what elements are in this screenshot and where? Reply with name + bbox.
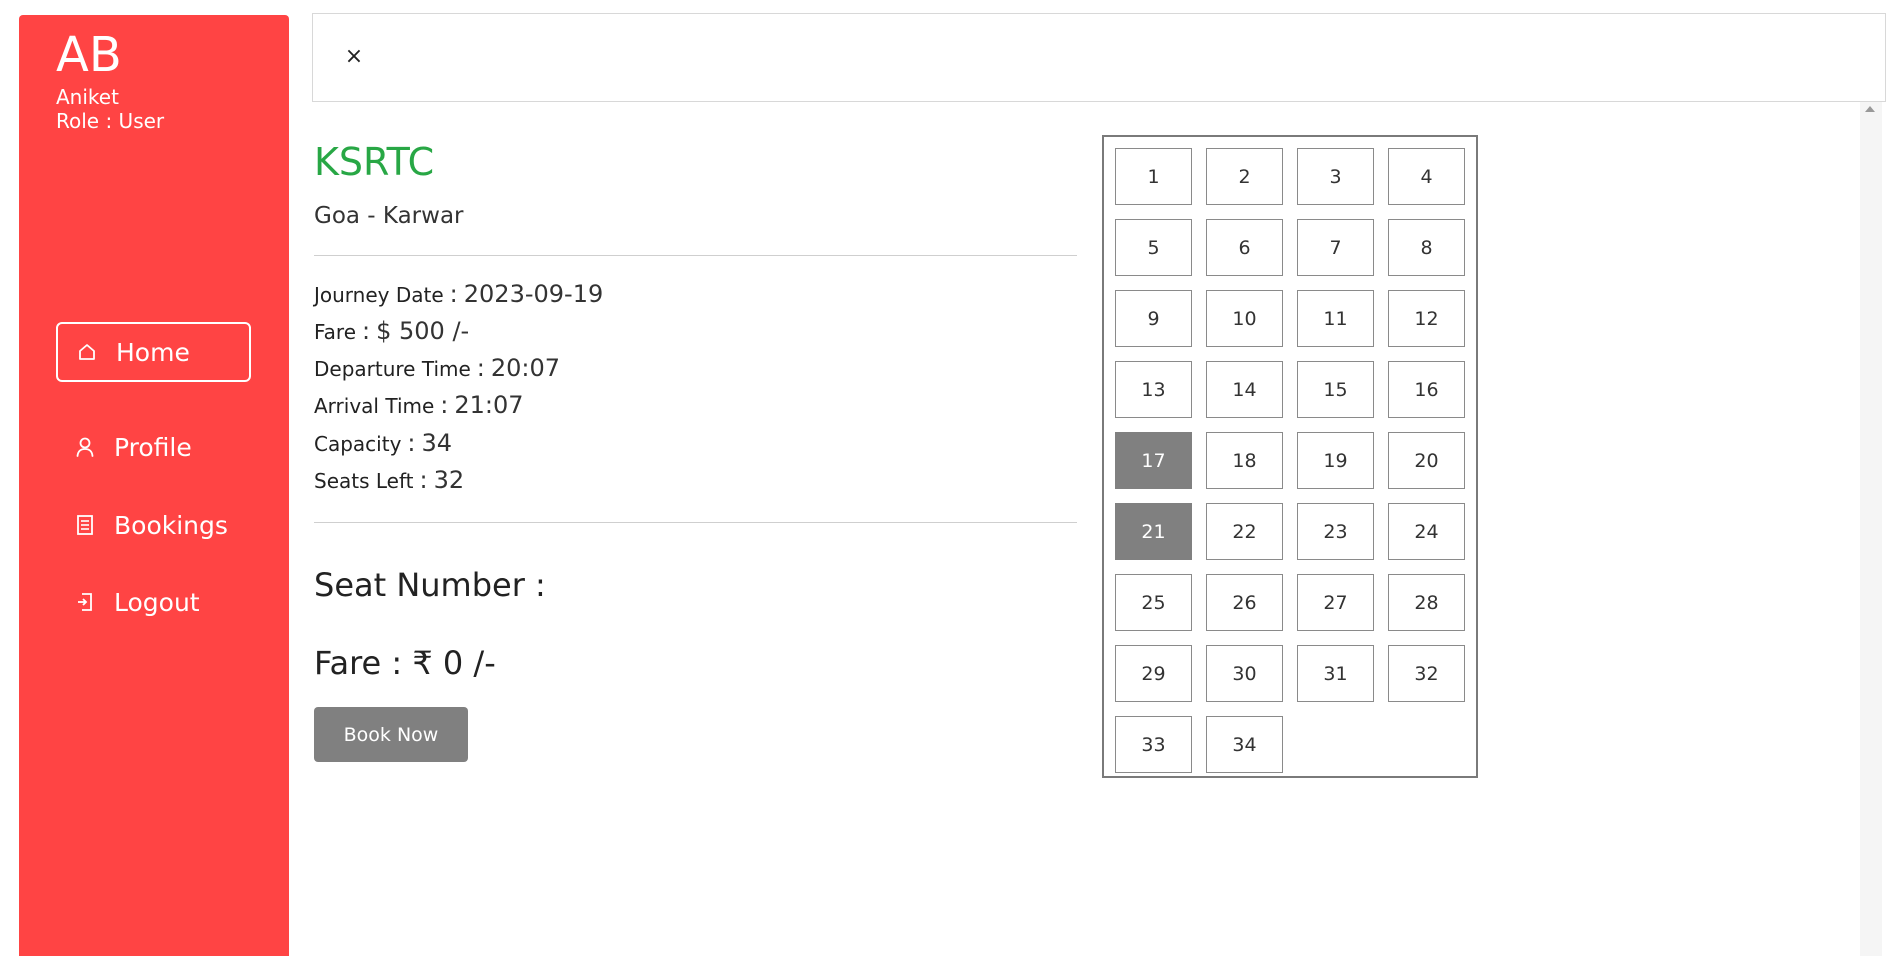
fare-label: Fare: [314, 320, 357, 344]
seats-left-row: Seats Left : 32: [314, 466, 464, 500]
avatar: AB: [56, 27, 122, 83]
seat-1[interactable]: 1: [1115, 148, 1192, 205]
seat-22[interactable]: 22: [1206, 503, 1283, 560]
top-bar: ×: [312, 13, 1886, 102]
seat-15[interactable]: 15: [1297, 361, 1374, 418]
journey-date-label: Journey Date: [314, 283, 444, 307]
nav-logout[interactable]: Logout: [56, 572, 251, 632]
book-now-button[interactable]: Book Now: [314, 707, 468, 762]
seat-13[interactable]: 13: [1115, 361, 1192, 418]
seat-26[interactable]: 26: [1206, 574, 1283, 631]
seat-number-heading: Seat Number :: [314, 566, 546, 604]
seat-29[interactable]: 29: [1115, 645, 1192, 702]
seat-7[interactable]: 7: [1297, 219, 1374, 276]
nav-profile[interactable]: Profile: [56, 417, 251, 477]
departure-time-value: 20:07: [490, 354, 561, 382]
seat-23[interactable]: 23: [1297, 503, 1374, 560]
fare-value: $ 500 /-: [376, 317, 470, 345]
seat-18[interactable]: 18: [1206, 432, 1283, 489]
arrival-time-value: 21:07: [454, 391, 524, 419]
selected-fare-value: ₹ 0 /-: [412, 644, 496, 682]
fare-row: Fare : $ 500 /-: [314, 317, 469, 351]
seat-27[interactable]: 27: [1297, 574, 1374, 631]
nav-logout-label: Logout: [114, 587, 200, 617]
bus-route: Goa - Karwar: [314, 203, 464, 229]
departure-time-label: Departure Time: [314, 357, 471, 381]
seats-left-label: Seats Left: [314, 469, 414, 493]
nav-home[interactable]: Home: [56, 322, 251, 382]
separator: :: [419, 466, 428, 494]
separator: :: [476, 354, 485, 382]
seat-11[interactable]: 11: [1297, 290, 1374, 347]
document-icon: [74, 514, 96, 536]
sidebar: AB Aniket Role : User Home Profile Booki…: [19, 15, 289, 956]
selected-fare: Fare : ₹ 0 /-: [314, 644, 496, 682]
departure-time-row: Departure Time : 20:07: [314, 354, 560, 388]
user-icon: [74, 436, 96, 458]
seat-8[interactable]: 8: [1388, 219, 1465, 276]
seat-16[interactable]: 16: [1388, 361, 1465, 418]
seat-30[interactable]: 30: [1206, 645, 1283, 702]
nav-home-label: Home: [116, 337, 190, 367]
close-button[interactable]: ×: [339, 42, 369, 72]
seat-34[interactable]: 34: [1206, 716, 1283, 773]
selected-fare-label: Fare :: [314, 644, 403, 682]
seat-24[interactable]: 24: [1388, 503, 1465, 560]
separator: :: [449, 280, 458, 308]
seat-28[interactable]: 28: [1388, 574, 1465, 631]
seat-31[interactable]: 31: [1297, 645, 1374, 702]
seat-25[interactable]: 25: [1115, 574, 1192, 631]
seat-12[interactable]: 12: [1388, 290, 1465, 347]
seat-2[interactable]: 2: [1206, 148, 1283, 205]
separator: :: [440, 391, 449, 419]
seat-9[interactable]: 9: [1115, 290, 1192, 347]
seat-6[interactable]: 6: [1206, 219, 1283, 276]
journey-date-row: Journey Date : 2023-09-19: [314, 280, 603, 314]
user-name: Aniket: [56, 85, 119, 109]
seat-20[interactable]: 20: [1388, 432, 1465, 489]
seat-5[interactable]: 5: [1115, 219, 1192, 276]
seats-left-value: 32: [433, 466, 465, 494]
seat-map: 1 2 3 4 5 6 7 8 9 10 11 12 13 14 15 16 17 18 19 20 21 22 23 24 2…: [1102, 135, 1478, 778]
home-icon: [76, 341, 98, 363]
arrival-time-label: Arrival Time: [314, 394, 435, 418]
logout-icon: [74, 591, 96, 613]
nav-bookings[interactable]: Bookings: [56, 495, 251, 555]
seat-21: 21: [1115, 503, 1192, 560]
capacity-row: Capacity : 34: [314, 429, 452, 463]
vertical-scrollbar[interactable]: [1860, 102, 1882, 956]
seat-4[interactable]: 4: [1388, 148, 1465, 205]
seat-3[interactable]: 3: [1297, 148, 1374, 205]
journey-date-value: 2023-09-19: [463, 280, 604, 308]
divider: [314, 255, 1077, 256]
seat-19[interactable]: 19: [1297, 432, 1374, 489]
user-role: Role : User: [56, 109, 165, 133]
bus-name: KSRTC: [314, 140, 435, 184]
capacity-value: 34: [421, 429, 453, 457]
arrival-time-row: Arrival Time : 21:07: [314, 391, 524, 425]
seat-33[interactable]: 33: [1115, 716, 1192, 773]
seat-10[interactable]: 10: [1206, 290, 1283, 347]
divider: [314, 522, 1077, 523]
seat-17: 17: [1115, 432, 1192, 489]
nav-profile-label: Profile: [114, 432, 192, 462]
separator: :: [407, 429, 416, 457]
scroll-up-arrow-icon[interactable]: [1865, 106, 1875, 112]
nav-bookings-label: Bookings: [114, 510, 228, 540]
capacity-label: Capacity: [314, 432, 402, 456]
seat-14[interactable]: 14: [1206, 361, 1283, 418]
separator: :: [362, 317, 371, 345]
seat-32[interactable]: 32: [1388, 645, 1465, 702]
